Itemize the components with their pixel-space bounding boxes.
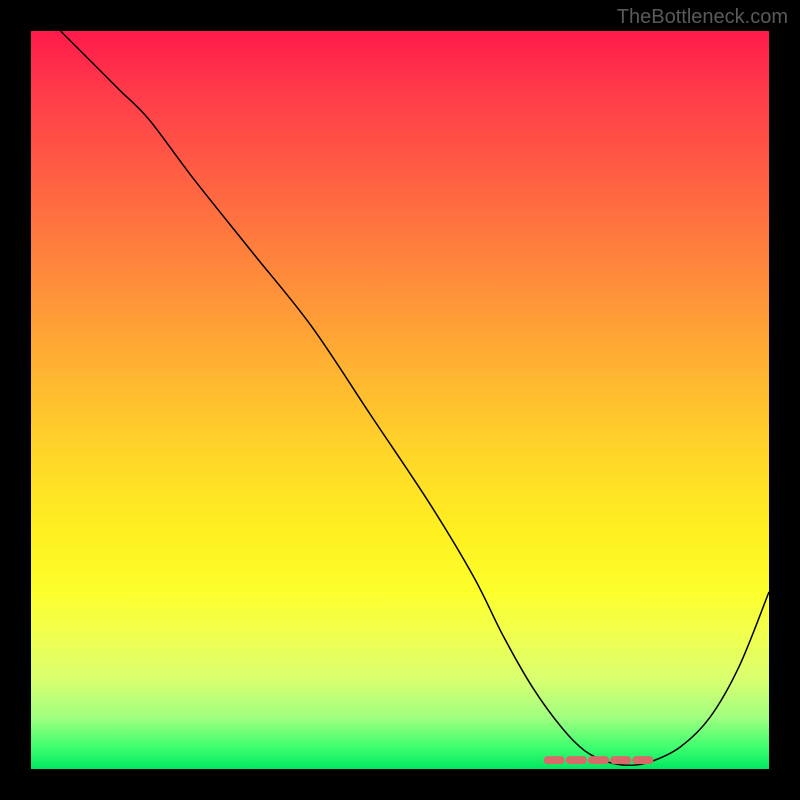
watermark-text: TheBottleneck.com: [617, 6, 788, 29]
bottleneck-curve: [61, 31, 769, 765]
chart-plot-area: [31, 31, 769, 769]
chart-svg: [31, 31, 769, 769]
